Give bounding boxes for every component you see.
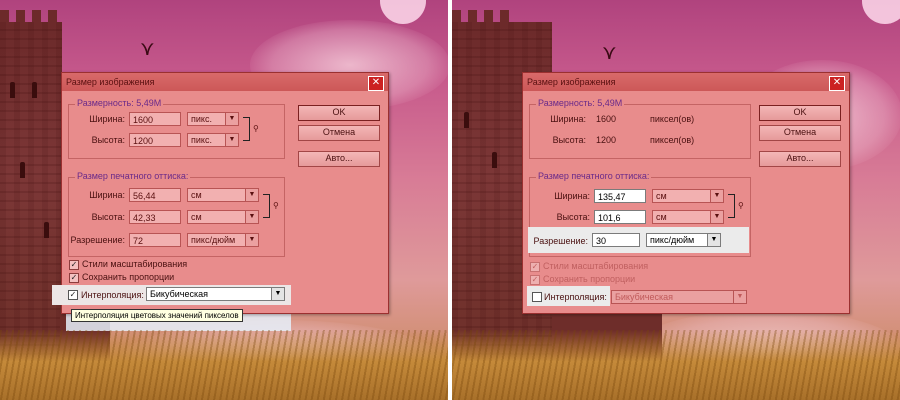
link-bracket [263, 194, 270, 218]
moon-shape [862, 0, 900, 24]
chain-link-icon: ⚲ [738, 201, 744, 210]
print-height-label: Высота: [556, 212, 590, 222]
grass-field [452, 330, 900, 400]
resolution-label: Разрешение: [70, 235, 125, 245]
ok-button[interactable]: OK [759, 105, 841, 121]
chain-link-icon: ⚲ [253, 124, 259, 133]
cancel-button[interactable]: Отмена [298, 125, 380, 141]
chevron-down-icon: ▼ [710, 190, 723, 202]
scale-styles-label: Стили масштабирования [82, 259, 188, 269]
height-input[interactable]: 1200 [129, 133, 181, 147]
height-label: Высота: [552, 135, 586, 145]
print-size-title: Размер печатного оттиска: [536, 171, 652, 181]
print-width-input[interactable]: 56,44 [129, 188, 181, 202]
print-width-input[interactable]: 135,47 [594, 189, 646, 203]
print-height-label: Высота: [91, 212, 125, 222]
constrain-proportions-label: Сохранить пропорции [543, 274, 636, 284]
bird-icon: ⋎ [602, 42, 617, 64]
resolution-input[interactable]: 30 [592, 233, 640, 247]
interpolation-select[interactable]: Бикубическая ▼ [611, 290, 747, 304]
chevron-down-icon: ▼ [710, 211, 723, 223]
auto-button[interactable]: Авто... [759, 151, 841, 167]
dialog-title: Размер изображения [523, 73, 849, 91]
print-size-title: Размер печатного оттиска: [75, 171, 191, 181]
resolution-input[interactable]: 72 [129, 233, 181, 247]
width-label: Ширина: [89, 114, 125, 124]
print-height-input[interactable]: 42,33 [129, 210, 181, 224]
chevron-down-icon: ▼ [271, 288, 284, 300]
print-height-input[interactable]: 101,6 [594, 210, 646, 224]
height-label: Высота: [91, 135, 125, 145]
dialog-title: Размер изображения [62, 73, 388, 91]
interpolation-select[interactable]: Бикубическая ▼ [146, 287, 285, 301]
print-height-unit-select[interactable]: см ▼ [187, 210, 259, 224]
link-bracket [243, 117, 250, 141]
interpolation-checkbox[interactable]: ✓ [68, 290, 78, 300]
constrain-proportions-checkbox[interactable]: ✓ [530, 275, 540, 285]
dimensions-group: Размерность: 5,49M Ширина: 1600 пикс. ▼ В… [68, 98, 285, 159]
width-unit-select[interactable]: пикс. ▼ [187, 112, 239, 126]
print-width-label: Ширина: [89, 190, 125, 200]
print-height-unit-select[interactable]: см ▼ [652, 210, 724, 224]
chevron-down-icon: ▼ [245, 234, 258, 246]
height-unit-select[interactable]: пикс. ▼ [187, 133, 239, 147]
dimensions-size: 5,49M [136, 98, 162, 108]
grass-field [0, 330, 448, 400]
chevron-down-icon: ▼ [225, 113, 238, 125]
scale-styles-checkbox[interactable]: ✓ [530, 262, 540, 272]
width-label: Ширина: [550, 114, 586, 124]
scale-styles-checkbox[interactable]: ✓ [69, 260, 79, 270]
dimensions-group: Размерность: 5,49M Ширина: 1600 пиксел(о… [529, 98, 751, 159]
resolution-unit-select[interactable]: пикс/дюйм ▼ [646, 233, 721, 247]
constrain-proportions-label: Сохранить пропорции [82, 272, 175, 282]
image-size-dialog-right: Размер изображения ✕ Размерность: 5,49M … [522, 72, 850, 314]
chevron-down-icon: ▼ [225, 134, 238, 146]
interpolation-label: Интерполяция: [81, 290, 144, 300]
chevron-down-icon: ▼ [245, 211, 258, 223]
chevron-down-icon: ▼ [733, 291, 746, 303]
resolution-unit-select[interactable]: пикс/дюйм ▼ [187, 233, 259, 247]
dimensions-size: 5,49M [597, 98, 623, 108]
width-unit: пиксел(ов) [650, 114, 695, 124]
height-unit: пиксел(ов) [650, 135, 695, 145]
ok-button[interactable]: OK [298, 105, 380, 121]
dimensions-title: Размерность: [538, 98, 595, 108]
cancel-button[interactable]: Отмена [759, 125, 841, 141]
print-width-unit-select[interactable]: см ▼ [652, 189, 724, 203]
auto-button[interactable]: Авто... [298, 151, 380, 167]
resolution-label: Разрешение: [533, 236, 588, 246]
image-size-dialog-left: Размер изображения ✕ Размерность: 5,49M … [61, 72, 389, 314]
close-icon[interactable]: ✕ [368, 76, 384, 91]
bird-icon: ⋎ [140, 38, 155, 60]
print-width-unit-select[interactable]: см ▼ [187, 188, 259, 202]
scale-styles-label: Стили масштабирования [543, 261, 649, 271]
height-value: 1200 [596, 135, 617, 145]
close-icon[interactable]: ✕ [829, 76, 845, 91]
interpolation-label: Интерполяция: [544, 292, 607, 302]
print-size-group: Размер печатного оттиска: Ширина: 56,44 … [68, 171, 285, 257]
print-width-label: Ширина: [554, 191, 590, 201]
link-bracket [728, 194, 735, 218]
chain-link-icon: ⚲ [273, 201, 279, 210]
interpolation-tooltip: Интерполяция цветовых значений пикселов [71, 309, 243, 322]
moon-shape [380, 0, 426, 24]
width-value: 1600 [596, 114, 617, 124]
dimensions-title: Размерность: [77, 98, 134, 108]
interpolation-checkbox[interactable] [532, 292, 542, 302]
width-input[interactable]: 1600 [129, 112, 181, 126]
chevron-down-icon: ▼ [707, 234, 720, 246]
chevron-down-icon: ▼ [245, 189, 258, 201]
constrain-proportions-checkbox[interactable]: ✓ [69, 273, 79, 283]
